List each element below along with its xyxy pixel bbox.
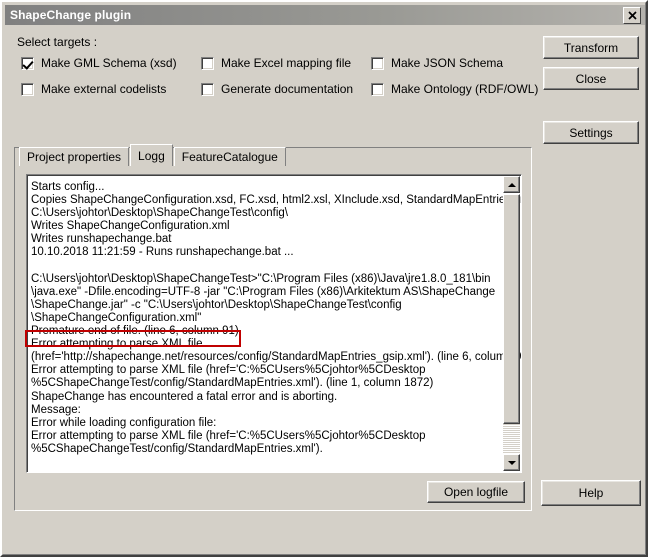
- log-line: Starts config...: [31, 181, 105, 193]
- log-text-content: Starts config... Copies ShapeChangeConfig…: [31, 181, 522, 456]
- log-line: Error while loading configuration file:: [31, 416, 217, 429]
- log-line: Error attempting to parse XML file (href…: [31, 364, 426, 377]
- log-line: C:\Users\johtor\Desktop\ShapeChangeTest>…: [31, 272, 491, 285]
- log-line: 10.10.2018 11:21:59 - Runs runshapechang…: [31, 246, 294, 259]
- checkbox-label: Make external codelists: [41, 82, 167, 96]
- tab-strip: Project properties Logg FeatureCatalogue: [19, 144, 287, 166]
- select-targets-label: Select targets :: [17, 35, 98, 49]
- checkbox-icon-unchecked[interactable]: [21, 82, 34, 96]
- checkbox-label: Make Ontology (RDF/OWL): [391, 82, 539, 96]
- log-scrollbar[interactable]: [503, 176, 520, 471]
- scroll-up-arrow-icon: [507, 182, 516, 187]
- log-line: Error attempting to parse XML file: [31, 338, 203, 351]
- log-line: (href='http://shapechange.net/resources/…: [31, 351, 522, 364]
- log-line: Copies ShapeChangeConfiguration.xsd, FC.…: [31, 194, 522, 207]
- log-line: \ShapeChangeConfiguration.xml": [31, 311, 202, 324]
- window-inner-frame: ShapeChange plugin Select targets : Make…: [2, 2, 646, 555]
- checkbox-icon-unchecked[interactable]: [201, 56, 214, 70]
- settings-button[interactable]: Settings: [543, 121, 639, 144]
- scrollbar-down-button[interactable]: [503, 454, 520, 471]
- log-line: Writes runshapechange.bat: [31, 233, 172, 246]
- open-logfile-button[interactable]: Open logfile: [427, 481, 525, 503]
- tab-featurecatalogue[interactable]: FeatureCatalogue: [173, 147, 286, 166]
- log-line: \ShapeChange.jar" -c "C:\Users\johtor\De…: [31, 298, 402, 311]
- checkbox-make-excel-mapping-file[interactable]: Make Excel mapping file: [201, 56, 351, 70]
- checkbox-icon-unchecked[interactable]: [371, 82, 384, 96]
- help-button[interactable]: Help: [541, 480, 641, 506]
- tab-project-properties[interactable]: Project properties: [19, 147, 130, 166]
- checkbox-make-gml-schema[interactable]: Make GML Schema (xsd): [21, 56, 177, 70]
- log-line: C:\Users\johtor\Desktop\ShapeChangeTest\…: [31, 207, 288, 220]
- close-window-button[interactable]: [623, 6, 641, 24]
- log-line: Message:: [31, 403, 81, 416]
- checkbox-generate-documentation[interactable]: Generate documentation: [201, 82, 353, 96]
- shapechange-plugin-window: ShapeChange plugin Select targets : Make…: [0, 0, 648, 557]
- checkbox-label: Make JSON Schema: [391, 56, 504, 70]
- log-line: Premature end of file. (line 6, column 9…: [31, 325, 239, 338]
- log-line: Writes ShapeChangeConfiguration.xml: [31, 220, 230, 233]
- scroll-down-arrow-icon: [507, 460, 516, 465]
- close-button[interactable]: Close: [543, 67, 639, 90]
- close-icon: [627, 10, 637, 20]
- checkbox-make-json-schema[interactable]: Make JSON Schema: [371, 56, 503, 70]
- checkbox-icon-unchecked[interactable]: [371, 56, 384, 70]
- checkbox-label: Make Excel mapping file: [221, 56, 352, 70]
- log-line: %5CShapeChangeTest/config/StandardMapEnt…: [31, 442, 323, 455]
- title-bar[interactable]: ShapeChange plugin: [5, 5, 645, 25]
- scrollbar-up-button[interactable]: [503, 176, 520, 193]
- log-line: \java.exe" -Dfile.encoding=UTF-8 -jar "C…: [31, 285, 496, 298]
- window-title: ShapeChange plugin: [10, 8, 132, 22]
- log-line: ShapeChange has encountered a fatal erro…: [31, 390, 338, 403]
- log-line: Error attempting to parse XML file (href…: [31, 429, 426, 442]
- checkbox-label: Make GML Schema (xsd): [41, 56, 177, 70]
- log-textarea[interactable]: Starts config... Copies ShapeChangeConfig…: [26, 174, 522, 473]
- tab-logg[interactable]: Logg: [130, 144, 173, 166]
- checkbox-make-ontology-rdf-owl[interactable]: Make Ontology (RDF/OWL): [371, 82, 538, 96]
- checkbox-icon-unchecked[interactable]: [201, 82, 214, 96]
- log-line: %5CShapeChangeTest/config/StandardMapEnt…: [31, 377, 434, 390]
- scrollbar-thumb[interactable]: [503, 194, 520, 424]
- checkbox-label: Generate documentation: [221, 82, 354, 96]
- checkbox-make-external-codelists[interactable]: Make external codelists: [21, 82, 166, 96]
- checkbox-icon-checked[interactable]: [21, 56, 34, 70]
- transform-button[interactable]: Transform: [543, 36, 639, 59]
